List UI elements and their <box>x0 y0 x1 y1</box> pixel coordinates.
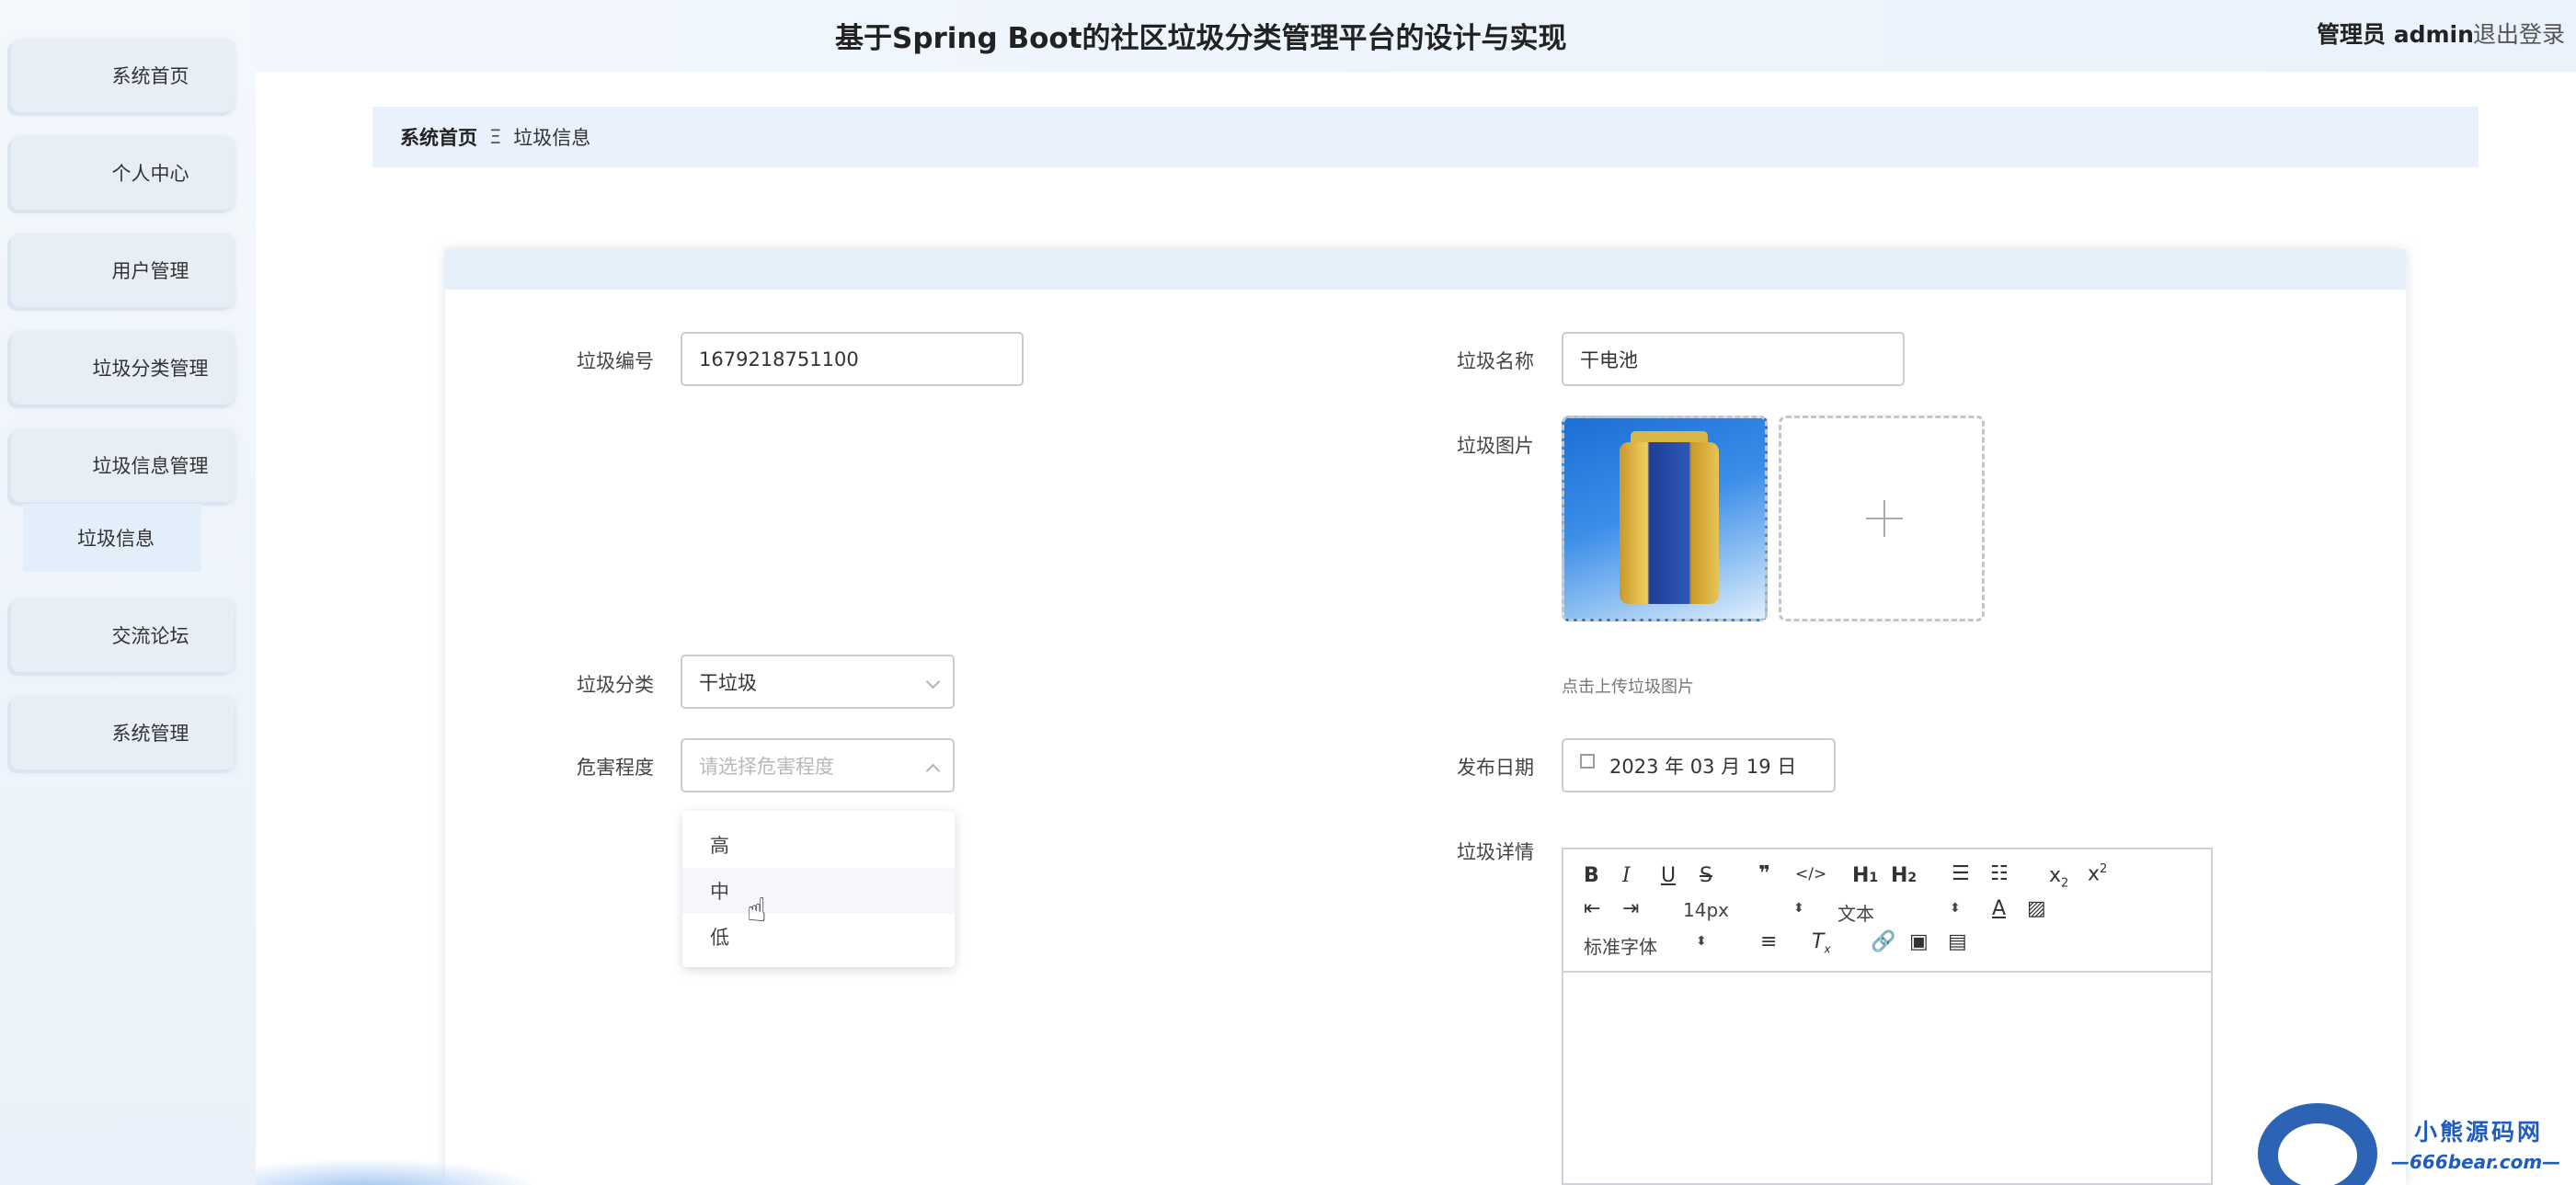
plus-icon-vertical <box>1883 500 1885 537</box>
image-label: 垃圾图片 <box>1457 435 1534 457</box>
quote-icon[interactable]: ❞ <box>1758 862 1770 885</box>
uploaded-image[interactable] <box>1562 416 1768 621</box>
logout-link[interactable]: 退出登录 <box>2473 17 2565 50</box>
paragraph-select[interactable]: 文本 ⬍ <box>1838 899 1975 925</box>
hazard-option-medium[interactable]: 中 <box>682 868 955 914</box>
bullet-list-icon[interactable]: ☷ <box>1990 862 2009 885</box>
font-family-value: 标准字体 <box>1584 936 1657 958</box>
name-label: 垃圾名称 <box>1457 350 1534 372</box>
breadcrumb-current: 垃圾信息 <box>513 127 591 149</box>
date-picker[interactable]: 2023 年 03 月 19 日 <box>1562 738 1836 792</box>
indent-icon[interactable]: ⇥ <box>1622 897 1639 920</box>
breadcrumb: 系统首页 Ξ 垃圾信息 <box>372 107 2479 167</box>
heading2-icon[interactable]: H2 <box>1891 864 1917 887</box>
outdent-icon[interactable]: ⇤ <box>1584 897 1600 920</box>
date-label: 发布日期 <box>1457 757 1534 779</box>
form-card-header <box>445 249 2406 290</box>
paragraph-value: 文本 <box>1838 903 1874 925</box>
code-label: 垃圾编号 <box>577 350 654 372</box>
sidebar: 系统首页 个人中心 用户管理 垃圾分类管理 垃圾信息管理 垃圾信息 交流论坛 系… <box>0 0 256 1185</box>
bold-icon[interactable]: B <box>1584 864 1599 887</box>
font-family-select[interactable]: 标准字体 ⬍ <box>1584 932 1722 958</box>
align-icon[interactable]: ≡ <box>1760 930 1777 953</box>
sidebar-item-label: 个人中心 <box>111 163 189 185</box>
category-value: 干垃圾 <box>699 671 757 694</box>
sidebar-item-label: 用户管理 <box>111 260 189 282</box>
updown-icon: ⬍ <box>1793 901 1804 916</box>
page-title: 基于Spring Boot的社区垃圾分类管理平台的设计与实现 <box>835 22 1567 55</box>
breadcrumb-home[interactable]: 系统首页 <box>400 123 477 151</box>
sidebar-item-system[interactable]: 系统管理 <box>11 696 235 769</box>
heading1-icon[interactable]: H1 <box>1852 864 1878 887</box>
battery-image <box>1620 442 1719 604</box>
hazard-option-low[interactable]: 低 <box>682 914 955 960</box>
sidebar-item-label: 垃圾信息管理 <box>92 455 209 477</box>
sidebar-item-waste-category[interactable]: 垃圾分类管理 <box>11 331 235 404</box>
underline-icon[interactable]: U <box>1661 864 1676 887</box>
link-icon[interactable]: 🔗 <box>1871 930 1895 953</box>
breadcrumb-separator-icon: Ξ <box>489 126 502 148</box>
watermark-brand: 小熊源码网 <box>2414 1119 2544 1145</box>
calendar-icon <box>1580 753 1595 769</box>
chevron-up-icon <box>925 763 941 779</box>
watermark-domain: —666bear.com— <box>2391 1151 2561 1173</box>
date-value: 2023 年 03 月 19 日 <box>1609 755 1797 778</box>
background-color-icon[interactable]: ▨ <box>2027 897 2046 920</box>
sidebar-item-home[interactable]: 系统首页 <box>11 39 235 112</box>
sidebar-item-waste-info-management[interactable]: 垃圾信息管理 <box>11 428 235 502</box>
name-value: 干电池 <box>1580 348 1638 371</box>
sidebar-item-label: 交流论坛 <box>111 625 189 647</box>
watermark-logo: 小熊源码网 —666bear.com— <box>2258 1103 2576 1185</box>
clear-format-icon[interactable]: Tx <box>1812 930 1831 955</box>
italic-icon[interactable]: I <box>1622 864 1631 887</box>
hazard-select[interactable]: 请选择危害程度 <box>681 738 955 792</box>
sidebar-subitem-waste-info[interactable]: 垃圾信息 <box>23 504 201 572</box>
sidebar-item-forum[interactable]: 交流论坛 <box>11 598 235 672</box>
code-icon[interactable]: </> <box>1795 865 1826 883</box>
decorative-wave <box>256 1160 532 1185</box>
updown-icon: ⬍ <box>1950 901 1961 916</box>
superscript-icon[interactable]: x2 <box>2088 862 2107 885</box>
font-color-icon[interactable]: A <box>1992 897 2006 920</box>
code-value: 1679218751100 <box>699 348 859 370</box>
video-icon[interactable]: ▤ <box>1948 930 1967 953</box>
bear-face-icon <box>2278 1123 2357 1185</box>
rich-text-editor: B I U S ❞ </> H1 H2 ☰ ☷ x2 x2 ⇤ ⇥ 14px ⬍… <box>1562 848 2213 1185</box>
sidebar-item-label: 系统首页 <box>111 65 189 87</box>
name-field[interactable]: 干电池 <box>1562 332 1905 386</box>
upload-button[interactable] <box>1779 416 1985 621</box>
detail-label: 垃圾详情 <box>1457 841 1534 863</box>
hazard-option-high[interactable]: 高 <box>682 822 955 868</box>
sidebar-item-label: 系统管理 <box>111 723 189 745</box>
updown-icon: ⬍ <box>1696 934 1707 949</box>
upload-tip: 点击上传垃圾图片 <box>1562 678 1694 697</box>
current-user: 管理员 admin <box>2317 21 2474 48</box>
hazard-dropdown: 高 中 低 <box>682 811 955 967</box>
category-label: 垃圾分类 <box>577 674 654 696</box>
font-size-value: 14px <box>1683 899 1729 921</box>
chevron-down-icon <box>925 674 941 689</box>
strike-icon[interactable]: S <box>1700 864 1712 887</box>
hazard-placeholder: 请选择危害程度 <box>699 755 834 778</box>
image-icon[interactable]: ▣ <box>1909 930 1929 953</box>
sidebar-item-profile[interactable]: 个人中心 <box>11 136 235 210</box>
sidebar-subitem-label: 垃圾信息 <box>77 528 155 550</box>
font-size-select[interactable]: 14px ⬍ <box>1683 899 1821 923</box>
sidebar-item-label: 垃圾分类管理 <box>92 358 209 380</box>
code-field[interactable]: 1679218751100 <box>681 332 1024 386</box>
category-select[interactable]: 干垃圾 <box>681 655 955 709</box>
ordered-list-icon[interactable]: ☰ <box>1952 862 1970 885</box>
editor-toolbar: B I U S ❞ </> H1 H2 ☰ ☷ x2 x2 ⇤ ⇥ 14px ⬍… <box>1563 849 2211 973</box>
sidebar-item-users[interactable]: 用户管理 <box>11 234 235 307</box>
hazard-label: 危害程度 <box>577 757 654 779</box>
hand-cursor-icon: ☝ <box>747 892 767 929</box>
subscript-icon[interactable]: x2 <box>2049 864 2068 890</box>
